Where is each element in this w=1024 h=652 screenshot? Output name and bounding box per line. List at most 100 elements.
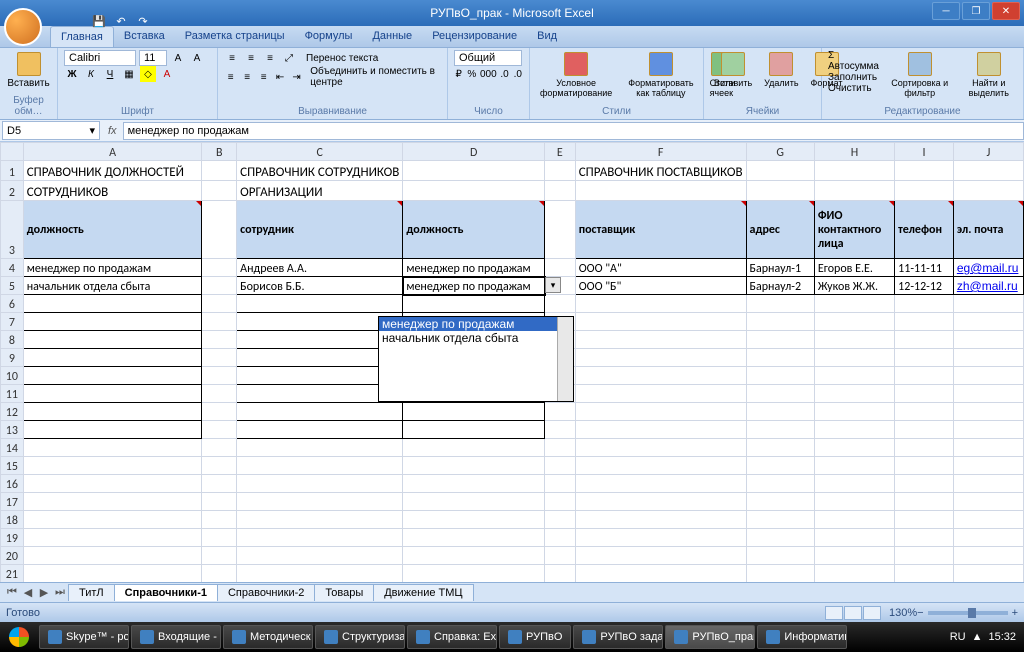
cell[interactable]: 11-11-11 (895, 259, 954, 277)
view-pagebreak-button[interactable] (863, 606, 881, 620)
row-header[interactable]: 15 (1, 457, 24, 475)
cell[interactable] (895, 511, 954, 529)
cell[interactable] (545, 547, 576, 565)
cell[interactable] (237, 529, 403, 547)
cell[interactable] (403, 565, 545, 583)
font-name-select[interactable]: Calibri (64, 50, 136, 66)
orientation-icon[interactable]: ⤢ (281, 50, 297, 66)
qat-undo-icon[interactable]: ↶ (112, 12, 130, 30)
cell[interactable] (953, 529, 1023, 547)
cell[interactable] (23, 403, 202, 421)
cell[interactable] (202, 547, 237, 565)
align-right-icon[interactable]: ≡ (257, 69, 270, 85)
cell[interactable] (953, 385, 1023, 403)
taskbar-app-button[interactable]: РУПвО задан… (573, 625, 663, 649)
cell[interactable] (575, 493, 746, 511)
column-header[interactable]: C (237, 143, 403, 161)
cell[interactable] (237, 475, 403, 493)
cell[interactable] (237, 439, 403, 457)
cell[interactable] (814, 403, 894, 421)
cell[interactable]: должность (403, 201, 545, 259)
cell[interactable]: Андреев А.А. (237, 259, 403, 277)
cell[interactable] (746, 421, 814, 439)
cell[interactable] (814, 475, 894, 493)
border-button[interactable]: ▦ (121, 66, 137, 82)
sheet-nav-first-icon[interactable]: ⏮ (4, 585, 20, 601)
zoom-out-button[interactable]: − (917, 607, 923, 619)
taskbar-app-button[interactable]: РУПвО_прак (665, 625, 755, 649)
cell[interactable] (403, 421, 545, 439)
cell[interactable] (953, 367, 1023, 385)
cell[interactable] (814, 349, 894, 367)
cell[interactable] (403, 181, 545, 201)
cell[interactable] (746, 475, 814, 493)
cell[interactable]: СПРАВОЧНИК ДОЛЖНОСТЕЙ (23, 161, 202, 181)
cell[interactable]: сотрудник (237, 201, 403, 259)
cell[interactable] (746, 331, 814, 349)
close-button[interactable]: ✕ (992, 2, 1020, 20)
shrink-font-icon[interactable]: A (189, 50, 205, 66)
paste-button[interactable]: Вставить (6, 50, 51, 91)
cell[interactable] (202, 259, 237, 277)
cell[interactable] (545, 295, 576, 313)
cell[interactable]: СПРАВОЧНИК СОТРУДНИКОВ (237, 161, 403, 181)
row-header[interactable]: 10 (1, 367, 24, 385)
zoom-in-button[interactable]: + (1012, 607, 1018, 619)
fill-color-button[interactable]: ◇ (140, 66, 156, 82)
taskbar-app-button[interactable]: РУПвО (499, 625, 571, 649)
cell[interactable] (202, 181, 237, 201)
indent-dec-icon[interactable]: ⇤ (273, 69, 286, 85)
cell[interactable] (202, 161, 237, 181)
align-middle-icon[interactable]: ≡ (243, 50, 259, 66)
cell[interactable] (23, 367, 202, 385)
cell[interactable] (953, 565, 1023, 583)
zoom-slider[interactable] (928, 611, 1008, 615)
taskbar-app-button[interactable]: Справка: Excel (407, 625, 497, 649)
cell[interactable] (746, 457, 814, 475)
tray-flag-icon[interactable]: ▲ (972, 631, 983, 643)
cell[interactable] (23, 529, 202, 547)
row-header[interactable]: 12 (1, 403, 24, 421)
column-header[interactable]: F (575, 143, 746, 161)
column-header[interactable] (1, 143, 24, 161)
cell[interactable] (23, 511, 202, 529)
sort-filter-button[interactable]: Сортировка и фильтр (887, 50, 953, 100)
cell[interactable] (814, 439, 894, 457)
cell[interactable] (895, 493, 954, 511)
sheet-tab[interactable]: Движение ТМЦ (373, 584, 473, 601)
maximize-button[interactable]: ❐ (962, 2, 990, 20)
cell[interactable] (575, 421, 746, 439)
taskbar-app-button[interactable]: Методическ… (223, 625, 313, 649)
cell[interactable] (746, 565, 814, 583)
column-header[interactable]: I (895, 143, 954, 161)
cell[interactable] (202, 511, 237, 529)
cell[interactable]: СОТРУДНИКОВ (23, 181, 202, 201)
bold-button[interactable]: Ж (64, 66, 80, 82)
cell[interactable]: менеджер по продажам (403, 259, 545, 277)
cell[interactable]: менеджер по продажам (23, 259, 202, 277)
sheet-nav-prev-icon[interactable]: ◀ (20, 585, 36, 601)
zoom-level[interactable]: 130% (889, 607, 917, 619)
find-select-button[interactable]: Найти и выделить (961, 50, 1017, 100)
dec-decimal-icon[interactable]: .0 (513, 66, 523, 82)
dropdown-item[interactable]: менеджер по продажам (379, 317, 573, 331)
cell[interactable] (202, 385, 237, 403)
tab-page-layout[interactable]: Разметка страницы (175, 26, 295, 47)
cell[interactable] (23, 547, 202, 565)
column-header[interactable]: A (23, 143, 202, 161)
align-center-icon[interactable]: ≡ (240, 69, 253, 85)
cell[interactable] (545, 529, 576, 547)
cell[interactable] (895, 529, 954, 547)
cell[interactable] (814, 313, 894, 331)
tray-clock[interactable]: 15:32 (988, 631, 1016, 643)
dropdown-arrow-icon[interactable]: ▾ (545, 277, 561, 293)
cell[interactable] (575, 439, 746, 457)
conditional-formatting-button[interactable]: Условное форматирование (536, 50, 616, 100)
spreadsheet-grid[interactable]: ABCDEFGHIJ1СПРАВОЧНИК ДОЛЖНОСТЕЙ СПРАВОЧ… (0, 142, 1024, 582)
sheet-tab[interactable]: ТитЛ (68, 584, 115, 601)
cell[interactable] (545, 181, 576, 201)
cell[interactable] (814, 331, 894, 349)
cell[interactable]: Жуков Ж.Ж. (814, 277, 894, 295)
cell[interactable] (575, 529, 746, 547)
underline-button[interactable]: Ч (102, 66, 118, 82)
